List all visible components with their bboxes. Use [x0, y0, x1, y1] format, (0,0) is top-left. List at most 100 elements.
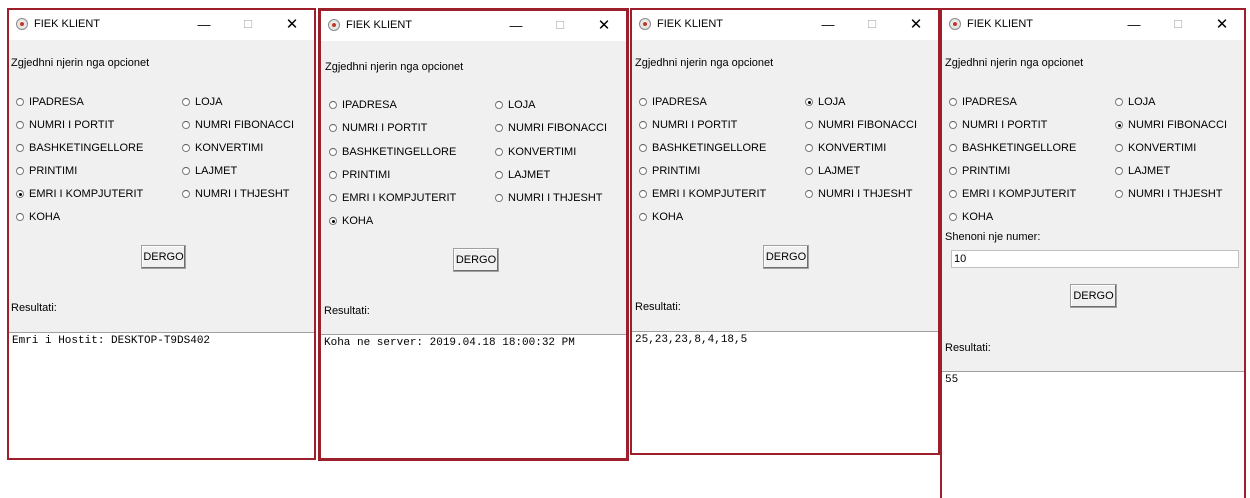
number-input[interactable]: 10: [951, 250, 1239, 268]
option-emri-kompjuterit[interactable]: EMRI I KOMPJUTERIT: [16, 187, 143, 201]
title-bar[interactable]: FIEK KLIENT — ☐ ✕: [942, 10, 1244, 40]
option-printimi[interactable]: PRINTIMI: [639, 164, 700, 178]
option-emri-kompjuterit[interactable]: EMRI I KOMPJUTERIT: [329, 191, 456, 205]
option-numri-portit[interactable]: NUMRI I PORTIT: [329, 121, 427, 135]
radio-icon[interactable]: [639, 144, 647, 152]
radio-icon[interactable]: [639, 213, 647, 221]
radio-icon[interactable]: [329, 124, 337, 132]
option-ipadresa[interactable]: IPADRESA: [639, 95, 707, 109]
minimize-button[interactable]: —: [806, 10, 850, 40]
result-output[interactable]: 25,23,23,8,4,18,5: [632, 331, 938, 453]
option-numri-portit[interactable]: NUMRI I PORTIT: [639, 118, 737, 132]
option-numri-portit[interactable]: NUMRI I PORTIT: [16, 118, 114, 132]
option-loja[interactable]: LOJA: [182, 95, 223, 109]
radio-icon[interactable]: [16, 121, 24, 129]
radio-icon[interactable]: [182, 190, 190, 198]
option-printimi[interactable]: PRINTIMI: [16, 164, 77, 178]
result-output[interactable]: 55: [942, 371, 1244, 498]
radio-icon[interactable]: [639, 121, 647, 129]
option-numri-fibonacci[interactable]: NUMRI FIBONACCI: [805, 118, 917, 132]
minimize-button[interactable]: —: [1112, 10, 1156, 40]
option-numri-thjesht[interactable]: NUMRI I THJESHT: [1115, 187, 1223, 201]
radio-icon[interactable]: [805, 167, 813, 175]
maximize-button[interactable]: ☐: [226, 10, 270, 40]
title-bar[interactable]: FIEK KLIENT — ☐ ✕: [321, 11, 626, 41]
option-koha[interactable]: KOHA: [639, 210, 683, 224]
option-konvertimi[interactable]: KONVERTIMI: [495, 145, 576, 159]
radio-icon[interactable]: [949, 98, 957, 106]
option-bashketingellore[interactable]: BASHKETINGELLORE: [329, 145, 456, 159]
option-numri-thjesht[interactable]: NUMRI I THJESHT: [805, 187, 913, 201]
minimize-button[interactable]: —: [182, 10, 226, 40]
radio-icon[interactable]: [329, 171, 337, 179]
radio-icon[interactable]: [949, 144, 957, 152]
option-printimi[interactable]: PRINTIMI: [949, 164, 1010, 178]
close-button[interactable]: ✕: [1200, 10, 1244, 40]
option-koha[interactable]: KOHA: [949, 210, 993, 224]
close-button[interactable]: ✕: [894, 10, 938, 40]
option-numri-thjesht[interactable]: NUMRI I THJESHT: [182, 187, 290, 201]
close-button[interactable]: ✕: [582, 11, 626, 41]
radio-icon[interactable]: [805, 98, 813, 106]
option-lajmet[interactable]: LAJMET: [182, 164, 237, 178]
option-konvertimi[interactable]: KONVERTIMI: [805, 141, 886, 155]
radio-icon[interactable]: [329, 101, 337, 109]
option-lajmet[interactable]: LAJMET: [495, 168, 550, 182]
radio-icon[interactable]: [639, 98, 647, 106]
option-bashketingellore[interactable]: BASHKETINGELLORE: [16, 141, 143, 155]
radio-icon[interactable]: [949, 213, 957, 221]
close-button[interactable]: ✕: [270, 10, 314, 40]
radio-icon[interactable]: [805, 190, 813, 198]
radio-icon[interactable]: [1115, 190, 1123, 198]
radio-icon[interactable]: [16, 167, 24, 175]
result-output[interactable]: Emri i Hostit: DESKTOP-T9DS402: [9, 332, 314, 458]
radio-icon[interactable]: [182, 121, 190, 129]
dergo-button[interactable]: DERGO: [453, 248, 499, 272]
option-bashketingellore[interactable]: BASHKETINGELLORE: [949, 141, 1076, 155]
radio-icon[interactable]: [639, 167, 647, 175]
option-emri-kompjuterit[interactable]: EMRI I KOMPJUTERIT: [639, 187, 766, 201]
dergo-button[interactable]: DERGO: [1070, 284, 1117, 308]
option-ipadresa[interactable]: IPADRESA: [329, 98, 397, 112]
radio-icon[interactable]: [805, 121, 813, 129]
radio-icon[interactable]: [1115, 121, 1123, 129]
option-ipadresa[interactable]: IPADRESA: [949, 95, 1017, 109]
radio-icon[interactable]: [805, 144, 813, 152]
radio-icon[interactable]: [16, 213, 24, 221]
option-numri-portit[interactable]: NUMRI I PORTIT: [949, 118, 1047, 132]
radio-icon[interactable]: [1115, 144, 1123, 152]
result-output[interactable]: Koha ne server: 2019.04.18 18:00:32 PM: [321, 334, 626, 458]
radio-icon[interactable]: [949, 121, 957, 129]
radio-icon[interactable]: [182, 167, 190, 175]
radio-icon[interactable]: [495, 171, 503, 179]
dergo-button[interactable]: DERGO: [763, 245, 809, 269]
radio-icon[interactable]: [329, 148, 337, 156]
option-koha[interactable]: KOHA: [329, 214, 373, 228]
radio-icon[interactable]: [639, 190, 647, 198]
radio-icon[interactable]: [495, 101, 503, 109]
option-loja[interactable]: LOJA: [805, 95, 846, 109]
option-lajmet[interactable]: LAJMET: [805, 164, 860, 178]
minimize-button[interactable]: —: [494, 11, 538, 41]
title-bar[interactable]: FIEK KLIENT — ☐ ✕: [632, 10, 938, 40]
option-koha[interactable]: KOHA: [16, 210, 60, 224]
title-bar[interactable]: FIEK KLIENT — ☐ ✕: [9, 10, 314, 40]
option-loja[interactable]: LOJA: [495, 98, 536, 112]
maximize-button[interactable]: ☐: [538, 11, 582, 41]
radio-icon[interactable]: [329, 217, 337, 225]
option-emri-kompjuterit[interactable]: EMRI I KOMPJUTERIT: [949, 187, 1076, 201]
option-numri-fibonacci[interactable]: NUMRI FIBONACCI: [182, 118, 294, 132]
dergo-button[interactable]: DERGO: [141, 245, 186, 269]
radio-icon[interactable]: [182, 144, 190, 152]
option-numri-thjesht[interactable]: NUMRI I THJESHT: [495, 191, 603, 205]
option-konvertimi[interactable]: KONVERTIMI: [182, 141, 263, 155]
option-bashketingellore[interactable]: BASHKETINGELLORE: [639, 141, 766, 155]
radio-icon[interactable]: [182, 98, 190, 106]
radio-icon[interactable]: [329, 194, 337, 202]
radio-icon[interactable]: [495, 194, 503, 202]
radio-icon[interactable]: [495, 124, 503, 132]
option-loja[interactable]: LOJA: [1115, 95, 1156, 109]
radio-icon[interactable]: [949, 167, 957, 175]
maximize-button[interactable]: ☐: [850, 10, 894, 40]
option-lajmet[interactable]: LAJMET: [1115, 164, 1170, 178]
